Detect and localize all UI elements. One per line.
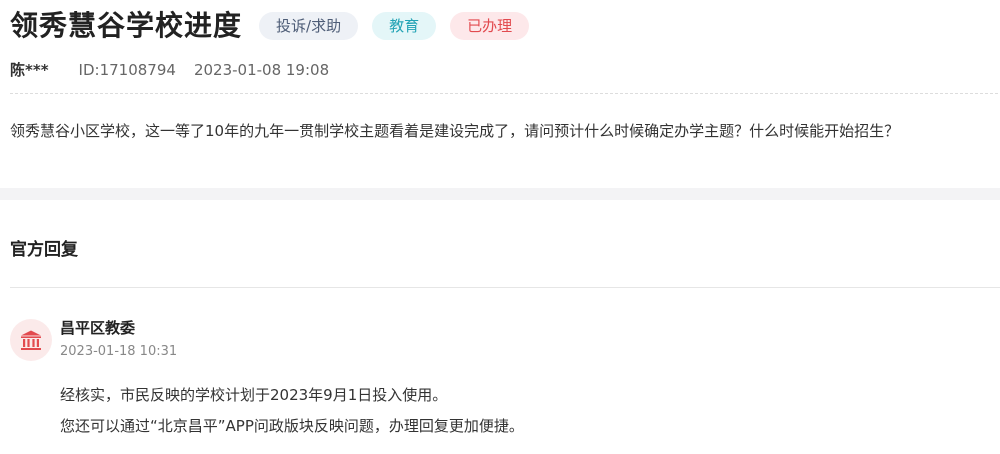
page-title: 领秀慧谷学校进度 [10, 9, 243, 42]
reply-timestamp: 2023-01-18 10:31 [60, 344, 178, 359]
reply-heading: 官方回复 [10, 200, 1000, 288]
reply-department: 昌平区教委 2023-01-18 10:31 [10, 317, 1000, 362]
question-meta: 陈*** ID:17108794 2023-01-08 19:08 [10, 46, 998, 94]
department-name: 昌平区教委 [60, 319, 136, 337]
author-name: 陈*** [10, 61, 49, 79]
government-building-icon [10, 319, 52, 361]
status-badge: 已办理 [450, 12, 530, 40]
question-card: 领秀慧谷学校进度 投诉/求助 教育 已办理 陈*** ID:17108794 2… [0, 0, 1000, 188]
title-row: 领秀慧谷学校进度 投诉/求助 教育 已办理 [10, 6, 1000, 46]
department-info: 昌平区教委 2023-01-18 10:31 [60, 317, 177, 362]
official-reply-section: 官方回复 昌平区教委 2023-01-18 10:31 经核实，市民反映的学校计… [0, 200, 1000, 439]
category-tag[interactable]: 投诉/求助 [259, 12, 359, 40]
reply-paragraph: 经核实，市民反映的学校计划于2023年9月1日投入使用。 [60, 386, 448, 404]
section-divider [0, 188, 1000, 200]
reply-content: 经核实，市民反映的学校计划于2023年9月1日投入使用。 您还可以通过“北京昌平… [60, 382, 1000, 439]
reply-paragraph: 您还可以通过“北京昌平”APP问政版块反映问题，办理回复更加便捷。 [60, 417, 524, 435]
petition-detail-page: 领秀慧谷学校进度 投诉/求助 教育 已办理 陈*** ID:17108794 2… [0, 0, 1000, 454]
question-id: ID:17108794 [78, 60, 176, 79]
question-content: 领秀慧谷小区学校，这一等了10年的九年一贯制学校主题看着是建设完成了，请问预计什… [10, 122, 900, 140]
domain-tag[interactable]: 教育 [372, 12, 437, 40]
government-building-icon-svg [21, 330, 41, 350]
question-timestamp: 2023-01-08 19:08 [193, 60, 330, 79]
